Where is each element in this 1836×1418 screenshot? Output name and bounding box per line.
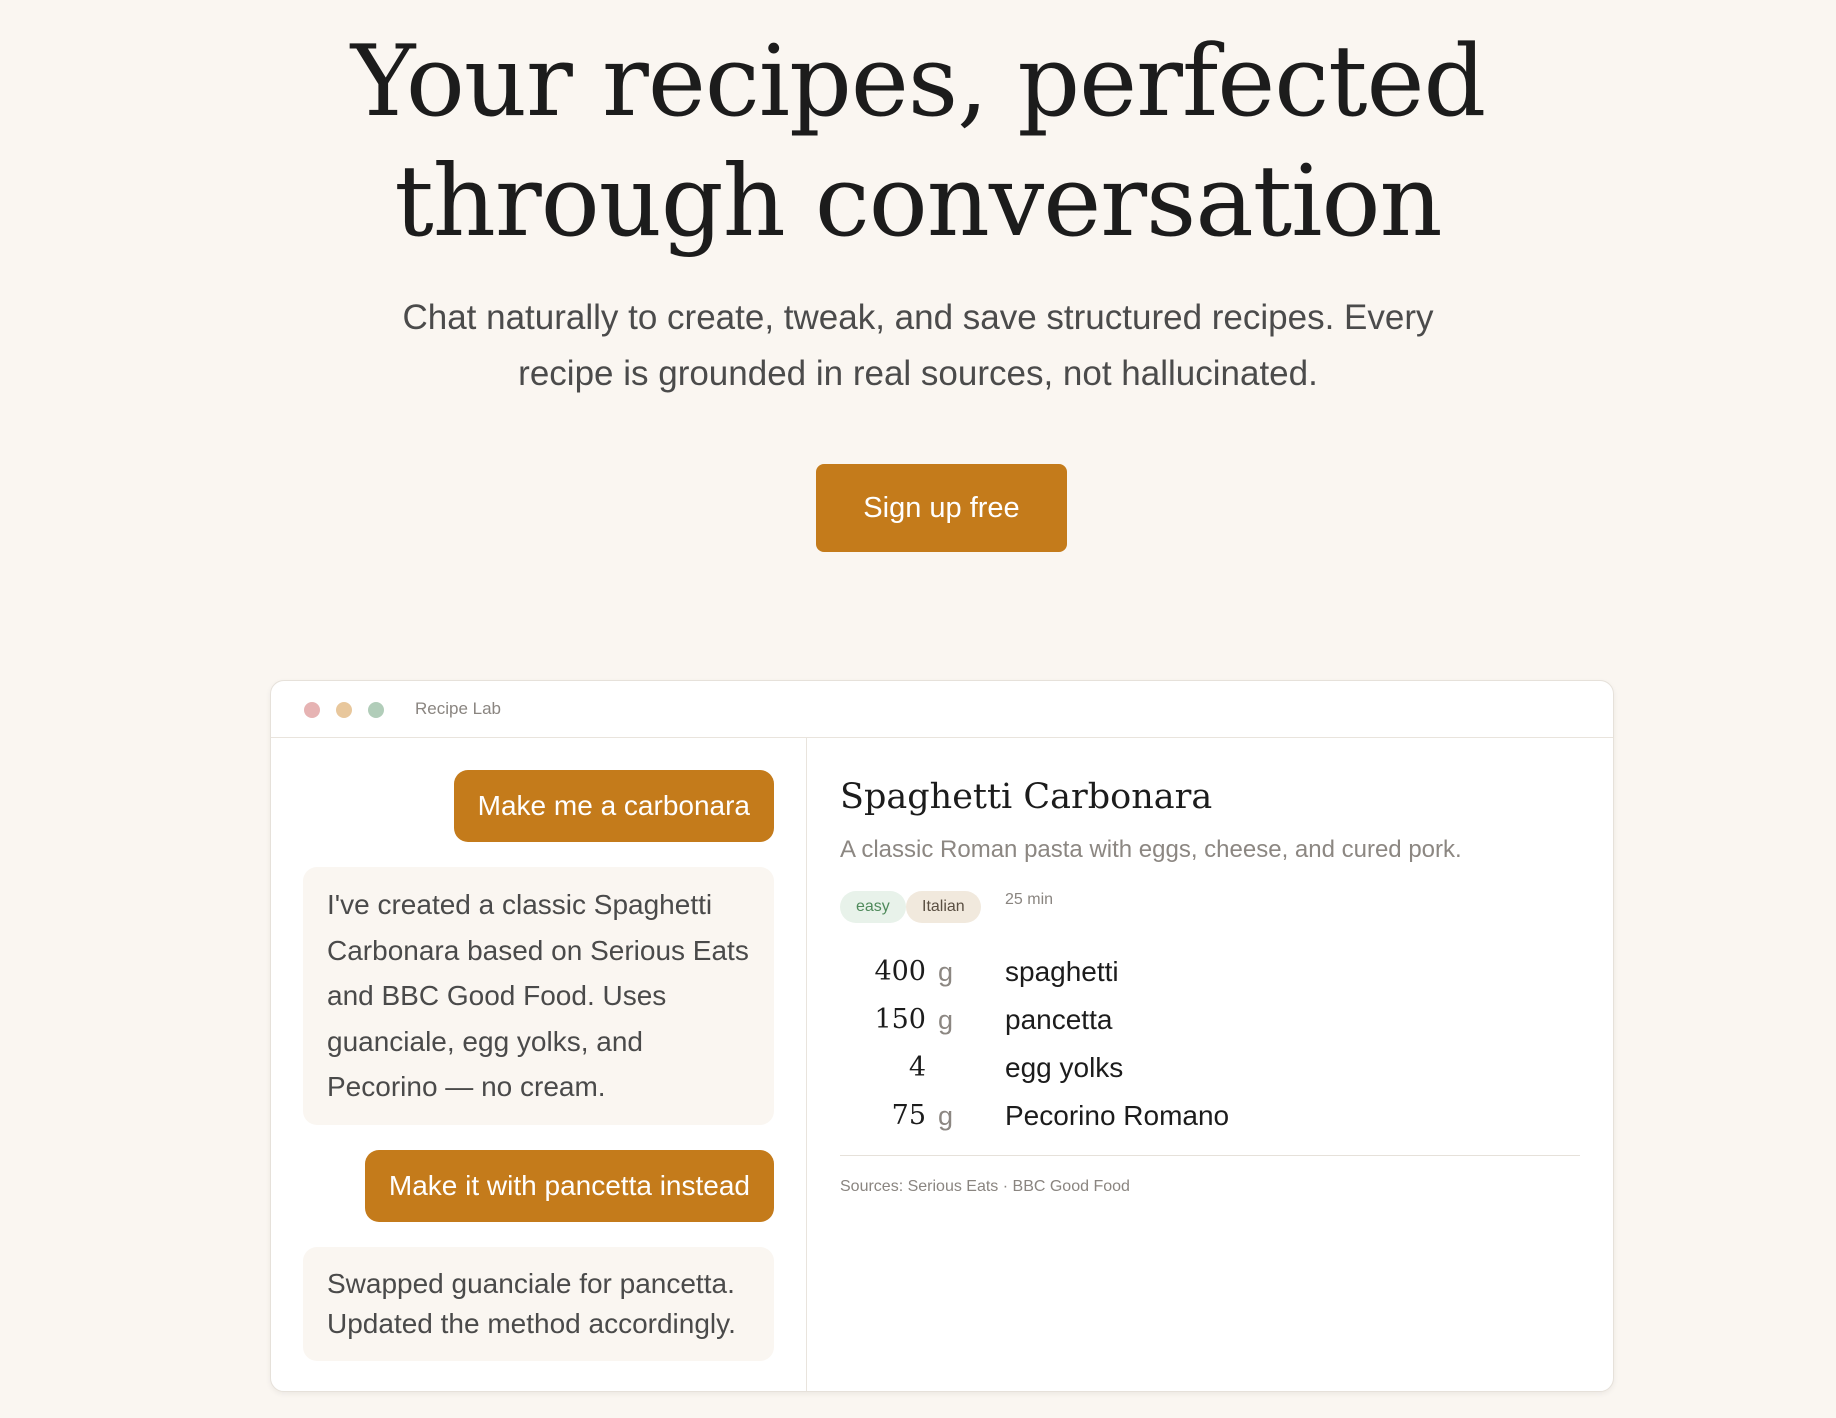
recipe-card: Spaghetti Carbonara A classic Roman past…	[807, 738, 1613, 1391]
ingredient-name: pancetta	[1005, 1004, 1113, 1035]
recipe-sources: Sources: Serious Eats · BBC Good Food	[840, 1178, 1130, 1195]
ingredient-unit: g	[938, 1101, 954, 1131]
window-maximize-dot	[368, 702, 384, 718]
ingredient-unit: g	[938, 957, 954, 987]
app-title: Recipe Lab	[415, 699, 502, 718]
recipe-divider	[840, 1155, 1580, 1156]
ingredient-unit: g	[938, 1005, 954, 1035]
sign-up-button[interactable]: Sign up free	[816, 464, 1067, 552]
ingredient-name: egg yolks	[1005, 1052, 1124, 1083]
recipe-description: A classic Roman pasta with eggs, cheese,…	[840, 836, 1462, 863]
assistant-message: Swapped guanciale for pancetta. Updated …	[303, 1247, 774, 1361]
recipe-title: Spaghetti Carbonara	[840, 777, 1213, 817]
ingredient-quantity: 4	[908, 1052, 926, 1083]
ingredient-row: 75 g Pecorino Romano	[840, 1092, 1580, 1140]
ingredient-name: Pecorino Romano	[1005, 1100, 1230, 1131]
ingredient-list: 400 g spaghetti 150 g pancetta 4 egg yol…	[840, 948, 1580, 1140]
assistant-message: I've created a classic Spaghetti Carbona…	[303, 867, 774, 1125]
ingredient-row: 4 egg yolks	[840, 1044, 1580, 1092]
user-message: Make me a carbonara	[453, 770, 774, 842]
hero-title-line-2: through conversation	[394, 145, 1442, 259]
chat-pane: Make me a carbonara I've created a class…	[271, 738, 807, 1391]
ingredient-quantity: 75	[891, 1100, 926, 1131]
window-close-dot	[304, 702, 320, 718]
window-titlebar: Recipe Lab	[271, 681, 1613, 738]
hero-title-line-1: Your recipes, perfected	[350, 25, 1487, 139]
hero-section: Your recipes, perfected through conversa…	[0, 0, 1836, 680]
difficulty-tag: easy	[840, 891, 906, 923]
cook-time: 25 min	[1005, 891, 1054, 908]
window-minimize-dot	[336, 702, 352, 718]
ingredient-row: 400 g spaghetti	[840, 948, 1580, 996]
hero-subtitle: Chat naturally to create, tweak, and sav…	[402, 298, 1434, 393]
ingredient-name: spaghetti	[1005, 956, 1119, 987]
ingredient-quantity: 150	[874, 1004, 926, 1035]
ingredient-quantity: 400	[874, 956, 926, 987]
ingredient-row: 150 g pancetta	[840, 996, 1580, 1044]
hero-title: Your recipes, perfected through conversa…	[0, 22, 1836, 262]
app-preview-window: Recipe Lab Make me a carbonara I've crea…	[270, 680, 1614, 1392]
user-message: Make it with pancetta instead	[364, 1150, 774, 1222]
cuisine-tag: Italian	[906, 891, 981, 923]
